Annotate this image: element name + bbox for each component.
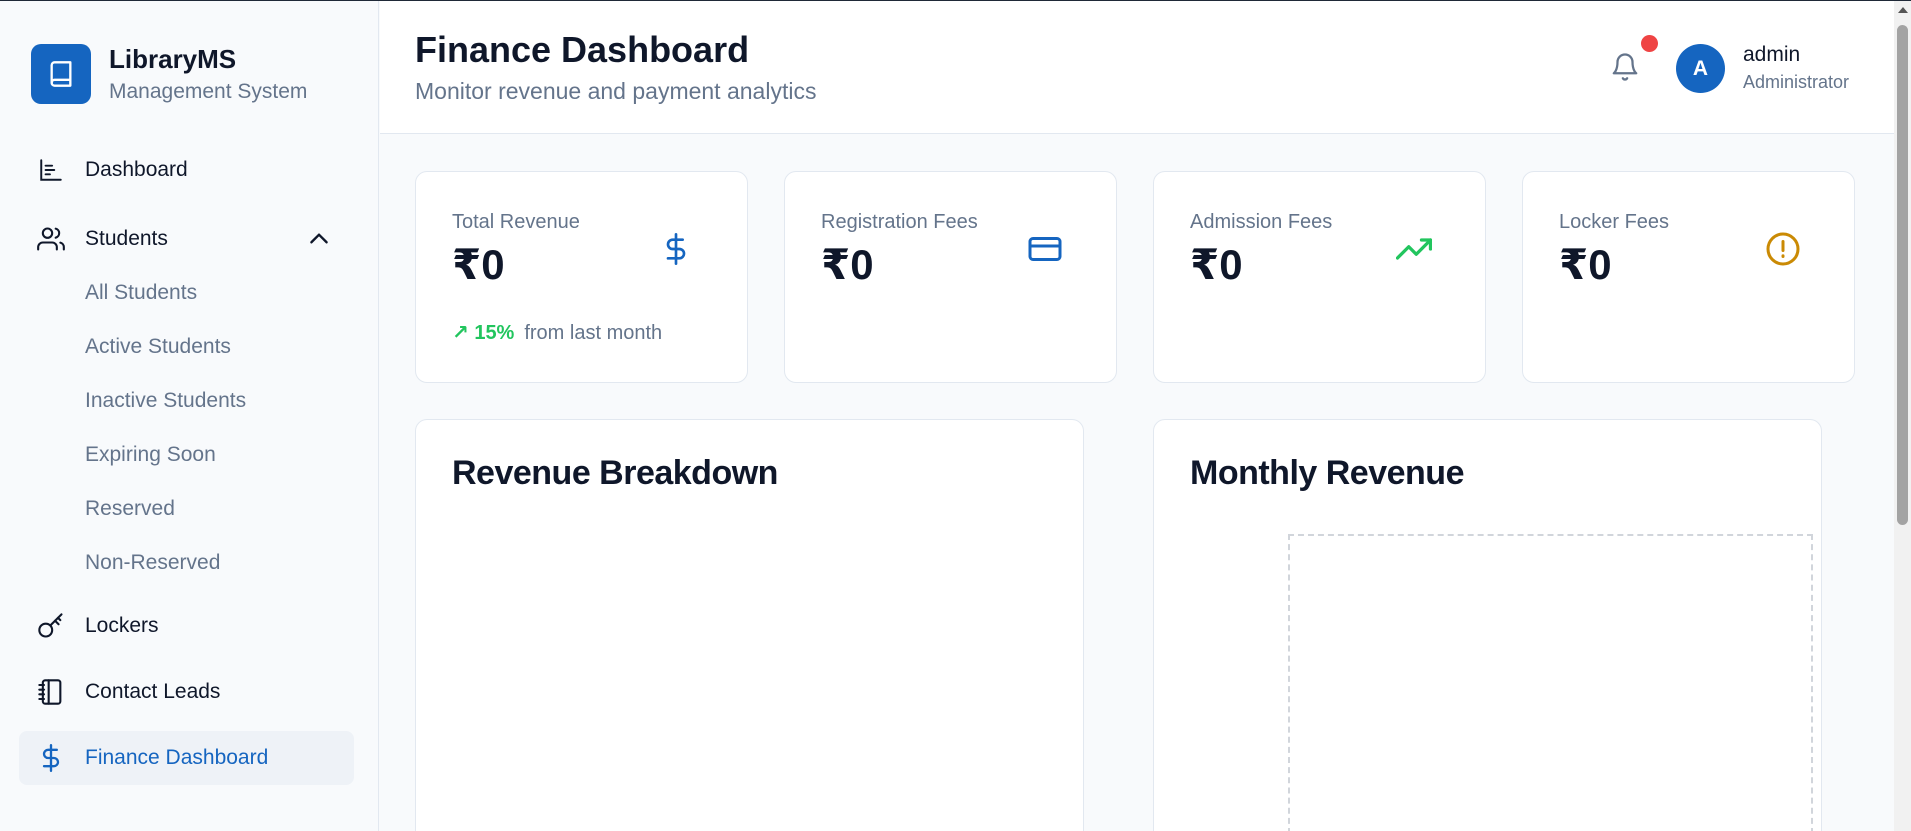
subnav-item-inactive-students[interactable]: Inactive Students <box>85 374 354 428</box>
sidebar-item-label: Finance Dashboard <box>85 746 269 769</box>
page-title: Finance Dashboard <box>415 29 750 70</box>
brand[interactable]: LibraryMS Management System <box>31 43 307 105</box>
stat-card-total-revenue: Total Revenue ₹0 ↗ 15% from last month <box>415 171 748 383</box>
avatar[interactable]: A <box>1676 44 1725 93</box>
sidebar-item-contact-leads[interactable]: Contact Leads <box>19 665 354 719</box>
panel-title: Monthly Revenue <box>1190 454 1464 492</box>
sidebar-nav: Dashboard Students All Students Active S… <box>19 143 354 785</box>
subnav-item-active-students[interactable]: Active Students <box>85 320 354 374</box>
credit-card-icon <box>1025 229 1065 269</box>
sidebar-item-dashboard[interactable]: Dashboard <box>19 143 354 197</box>
subnav-item-all-students[interactable]: All Students <box>85 266 354 320</box>
stat-label: Total Revenue <box>452 211 580 233</box>
panel-title: Revenue Breakdown <box>452 454 778 492</box>
book-icon <box>31 44 91 104</box>
subnav-item-reserved[interactable]: Reserved <box>85 482 354 536</box>
key-icon <box>36 611 66 641</box>
notification-badge <box>1641 35 1658 52</box>
stat-value: ₹0 <box>821 241 874 288</box>
trending-up-icon <box>1394 229 1434 269</box>
stat-card-locker-fees: Locker Fees ₹0 <box>1522 171 1855 383</box>
monthly-revenue-chart-area <box>1288 534 1813 831</box>
sidebar-item-label: Contact Leads <box>85 680 221 703</box>
revenue-breakdown-panel: Revenue Breakdown <box>415 419 1084 831</box>
stat-label: Admission Fees <box>1190 211 1333 233</box>
stat-value: ₹0 <box>452 241 505 288</box>
trend-text: from last month <box>524 322 663 344</box>
sidebar-item-label: Lockers <box>85 614 159 637</box>
user-name: admin <box>1743 43 1801 66</box>
stat-value: ₹0 <box>1190 241 1243 288</box>
dollar-icon <box>36 743 66 773</box>
sidebar: LibraryMS Management System Dashboard St… <box>0 1 379 831</box>
subnav-item-expiring-soon[interactable]: Expiring Soon <box>85 428 354 482</box>
top-header: Finance Dashboard Monitor revenue and pa… <box>380 1 1894 134</box>
scroll-up-arrow-icon[interactable] <box>1898 7 1908 13</box>
chevron-up-icon[interactable] <box>306 226 332 258</box>
stat-label: Registration Fees <box>821 211 978 233</box>
scrollbar-thumb[interactable] <box>1897 25 1908 525</box>
brand-name: LibraryMS <box>109 44 237 74</box>
page-scrollbar[interactable] <box>1894 1 1911 831</box>
user-role: Administrator <box>1743 72 1850 92</box>
brand-subtitle: Management System <box>109 80 308 103</box>
users-icon <box>36 224 66 254</box>
page-subtitle: Monitor revenue and payment analytics <box>415 78 817 104</box>
stat-label: Locker Fees <box>1559 211 1670 233</box>
bar-chart-icon <box>36 155 66 185</box>
monthly-revenue-panel: Monthly Revenue <box>1153 419 1822 831</box>
sidebar-item-finance-dashboard[interactable]: Finance Dashboard <box>19 731 354 785</box>
subnav-item-non-reserved[interactable]: Non-Reserved <box>85 536 354 590</box>
bell-icon[interactable] <box>1610 51 1642 85</box>
stat-card-admission-fees: Admission Fees ₹0 <box>1153 171 1486 383</box>
sidebar-item-label: Dashboard <box>85 158 188 181</box>
alert-circle-icon <box>1763 229 1803 269</box>
stat-trend: ↗ 15% from last month <box>452 320 662 345</box>
stat-card-registration-fees: Registration Fees ₹0 <box>784 171 1117 383</box>
sidebar-item-students[interactable]: Students <box>19 212 354 266</box>
trend-up-value: ↗ 15% <box>452 322 515 344</box>
sidebar-item-label: Students <box>85 227 168 250</box>
dollar-icon <box>656 229 696 269</box>
stat-value: ₹0 <box>1559 241 1612 288</box>
students-subnav: All Students Active Students Inactive St… <box>19 266 354 590</box>
sidebar-item-lockers[interactable]: Lockers <box>19 599 354 653</box>
notebook-icon <box>36 677 66 707</box>
